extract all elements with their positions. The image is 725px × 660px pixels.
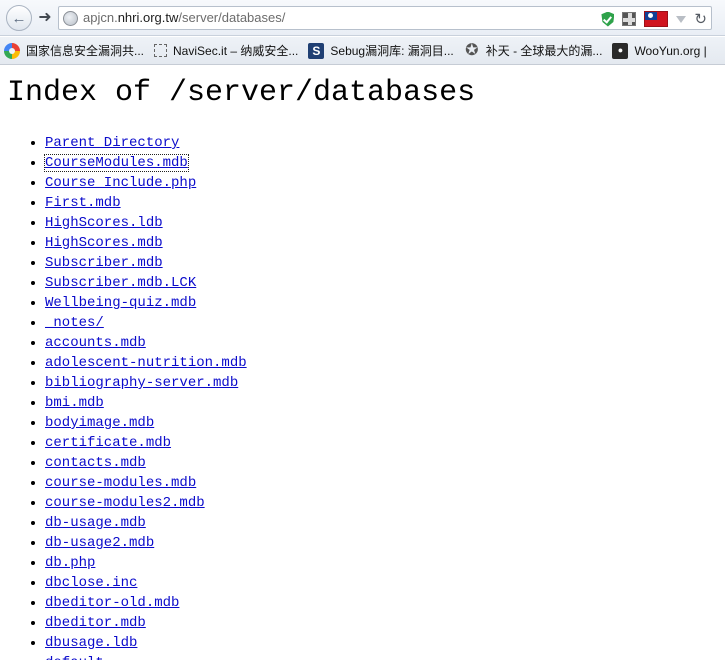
file-link[interactable]: accounts.mdb [45,335,146,351]
file-link[interactable]: certificate.mdb [45,435,171,451]
file-link[interactable]: Subscriber.mdb.LCK [45,275,196,291]
list-item: _notes/ [45,313,247,333]
file-link[interactable]: db-usage.mdb [45,515,146,531]
list-item: adolescent-nutrition.mdb [45,353,247,373]
file-link[interactable]: Subscriber.mdb [45,255,163,271]
address-bar[interactable]: apjcn.nhri.org.tw/server/databases/ ↻ [58,6,712,30]
file-link[interactable]: bodyimage.mdb [45,415,154,431]
list-item: db-usage.mdb [45,513,247,533]
chrome-c-icon [4,42,20,59]
bookmark-cnvd[interactable]: 国家信息安全漏洞共... [0,40,150,62]
list-item: Subscriber.mdb [45,253,247,273]
list-item: Parent Directory [45,133,247,153]
star-icon: ✪ [465,41,479,59]
back-button[interactable]: ← [6,5,32,31]
list-item: First.mdb [45,193,247,213]
bookmarks-bar: 国家信息安全漏洞共... NaviSec.it – 纳威安全... S Sebu… [0,37,725,65]
region-flag-icon[interactable] [644,11,669,27]
url-dropdown-icon[interactable] [676,15,687,23]
forward-button[interactable]: ➜ [34,7,56,29]
file-link[interactable]: First.mdb [45,195,121,211]
globe-icon [63,11,78,26]
list-item: dbeditor.mdb [45,613,247,633]
list-item: certificate.mdb [45,433,247,453]
list-item: dbusage.ldb [45,633,247,653]
list-item: HighScores.mdb [45,233,247,253]
list-item: default... [45,653,247,660]
list-item: db-usage2.mdb [45,533,247,553]
list-item: bibliography-server.mdb [45,373,247,393]
list-item: CourseModules.mdb [44,153,247,173]
file-link[interactable]: dbeditor.mdb [45,615,146,631]
dashed-square-icon [154,44,168,57]
list-item: dbclose.inc [45,573,247,593]
file-link[interactable]: dbclose.inc [45,575,137,591]
parent-directory-link[interactable]: Parent Directory [45,135,179,151]
list-item: contacts.mdb [45,453,247,473]
list-item: db.php [45,553,247,573]
url-path: /server/databases/ [178,10,286,25]
file-link[interactable]: default... [45,655,129,660]
address-bar-icons: ↻ [601,9,707,29]
list-item: course-modules.mdb [45,473,247,493]
file-link[interactable]: adolescent-nutrition.mdb [45,355,247,371]
reload-icon[interactable]: ↻ [694,12,707,27]
file-link[interactable]: Course_Include.php [45,175,196,191]
list-item: bmi.mdb [45,393,247,413]
list-item: accounts.mdb [45,333,247,353]
file-link[interactable]: course-modules.mdb [45,475,196,491]
wooyun-icon: ● [612,42,629,59]
arrow-left-icon: ← [11,9,27,27]
file-link[interactable]: dbeditor-old.mdb [45,595,179,611]
bookmark-navisec[interactable]: NaviSec.it – 纳威安全... [150,40,304,62]
sebug-s-icon: S [308,42,325,59]
qr-code-icon[interactable] [622,12,637,26]
file-link[interactable]: bmi.mdb [45,395,104,411]
file-link[interactable]: bibliography-server.mdb [45,375,238,391]
list-item: Wellbeing-quiz.mdb [45,293,247,313]
file-link[interactable]: HighScores.ldb [45,215,163,231]
bookmark-sebug[interactable]: S Sebug漏洞库: 漏洞目... [304,40,459,62]
file-link[interactable]: Wellbeing-quiz.mdb [45,295,196,311]
list-item: Course_Include.php [45,173,247,193]
file-link[interactable]: contacts.mdb [45,455,146,471]
list-item: HighScores.ldb [45,213,247,233]
arrow-right-icon: ➜ [38,9,52,26]
bookmark-label: 国家信息安全漏洞共... [26,44,145,58]
bookmark-label: Sebug漏洞库: 漏洞目... [330,44,454,58]
url-prefix: apjcn. [83,10,118,25]
file-link[interactable]: db.php [45,555,95,571]
list-item: dbeditor-old.mdb [45,593,247,613]
bookmark-butian[interactable]: ✪ 补天 - 全球最大的漏... [460,40,609,62]
bookmark-label: WooYun.org | [634,43,707,58]
file-link[interactable]: _notes/ [45,315,104,331]
bookmark-wooyun[interactable]: ● WooYun.org | [608,40,712,62]
bookmark-label: NaviSec.it – 纳威安全... [173,44,299,58]
file-link[interactable]: CourseModules.mdb [44,154,189,172]
bookmark-label: 补天 - 全球最大的漏... [485,44,603,58]
list-item: course-modules2.mdb [45,493,247,513]
url-text[interactable]: apjcn.nhri.org.tw/server/databases/ [83,10,285,25]
list-item: bodyimage.mdb [45,413,247,433]
page-content: Index of /server/databases Parent Direct… [0,66,725,660]
file-link[interactable]: db-usage2.mdb [45,535,154,551]
page-title: Index of /server/databases [7,76,476,110]
url-domain: nhri.org.tw [117,10,179,25]
file-link[interactable]: course-modules2.mdb [45,495,205,511]
directory-listing: Parent Directory CourseModules.mdb Course_… [0,133,247,660]
browser-toolbar: ← ➜ apjcn.nhri.org.tw/server/databases/ … [0,0,725,36]
file-link[interactable]: dbusage.ldb [45,635,137,651]
security-shield-icon[interactable] [601,11,615,27]
file-link[interactable]: HighScores.mdb [45,235,163,251]
list-item: Subscriber.mdb.LCK [45,273,247,293]
